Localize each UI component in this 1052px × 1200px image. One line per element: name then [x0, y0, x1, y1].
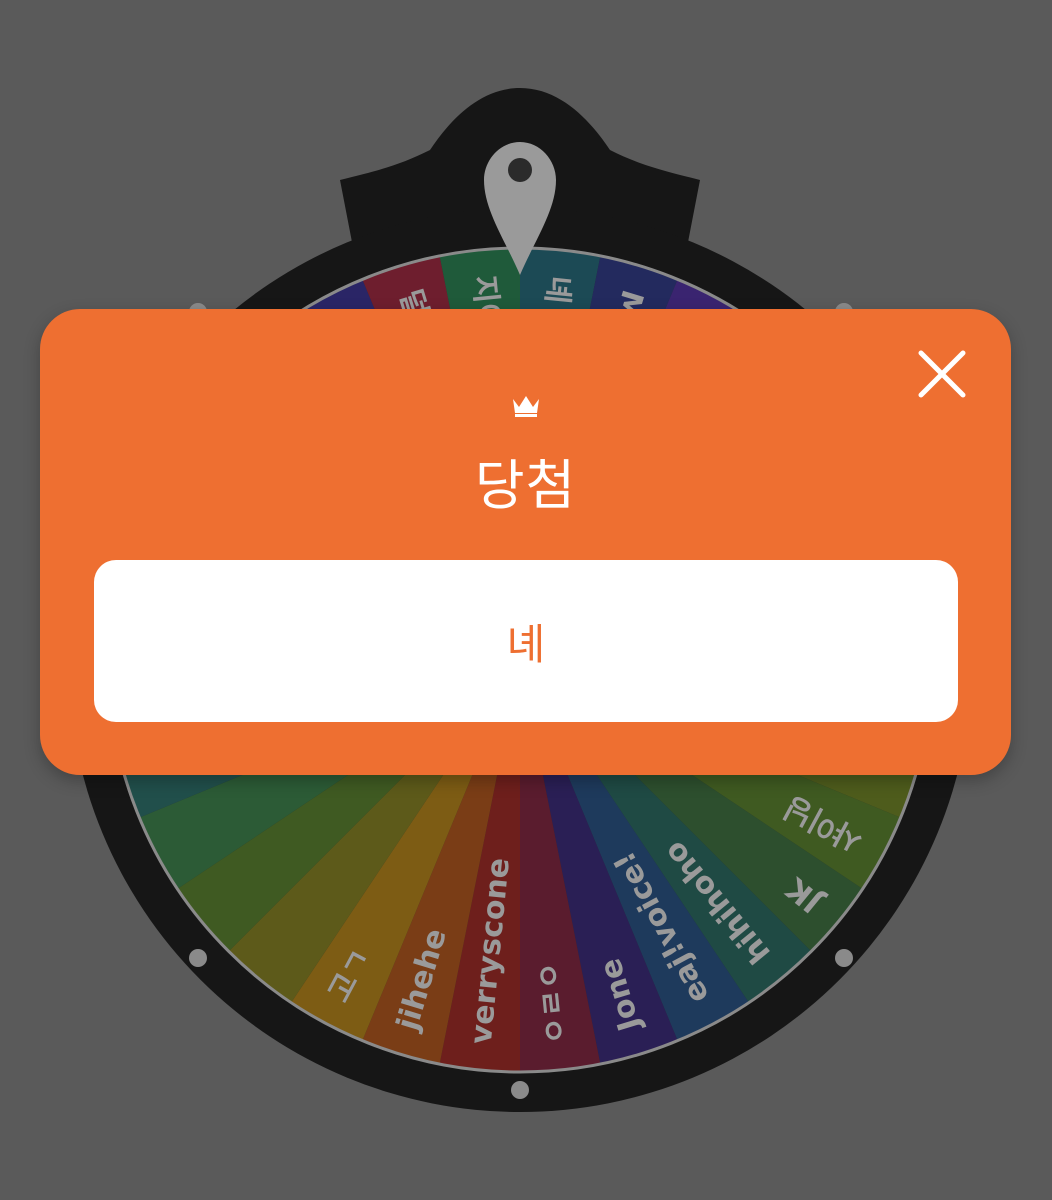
dialog-title: 당첨	[474, 454, 577, 517]
result-card: 녜	[94, 560, 958, 722]
close-icon[interactable]	[917, 349, 967, 399]
result-value: 녜	[506, 619, 546, 669]
close-button[interactable]	[917, 349, 967, 399]
rim-dot	[189, 949, 207, 967]
rim-dot	[511, 1081, 529, 1099]
wheel-segment-label: 녜	[539, 274, 577, 305]
result-dialog: 당첨 녜	[40, 309, 1011, 775]
crown-icon	[512, 396, 539, 417]
rim-dot	[835, 949, 853, 967]
